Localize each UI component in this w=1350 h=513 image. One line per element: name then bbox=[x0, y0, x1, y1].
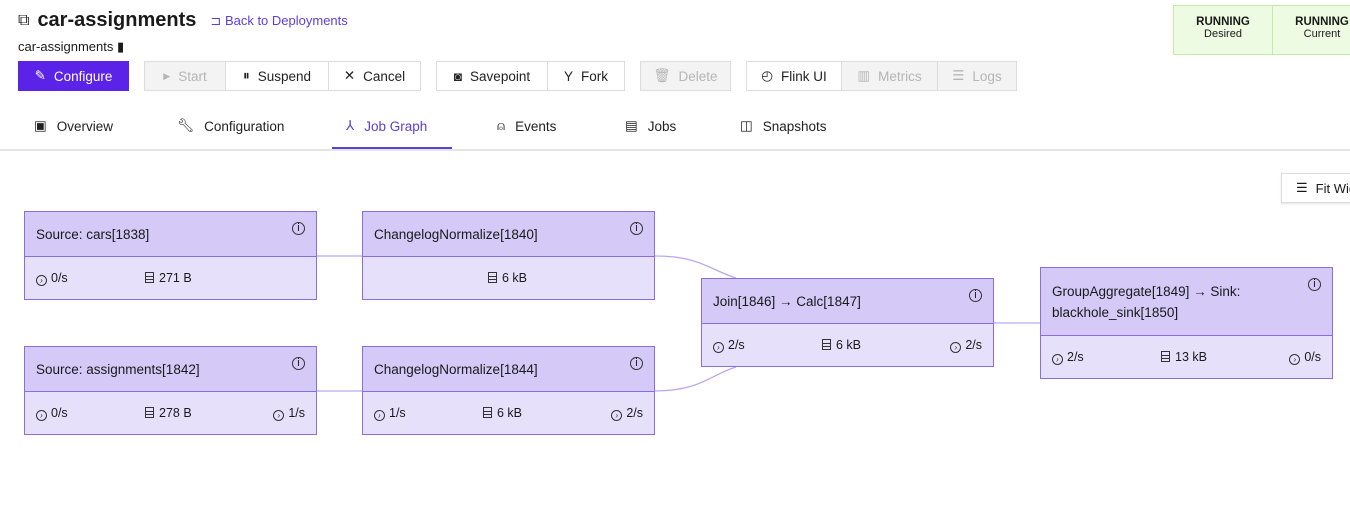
node-title: GroupAggregate[1849] → Sink: blackhole_s… bbox=[1041, 268, 1332, 336]
job-node[interactable]: Source: cars[1838] i › 0/s 271 B bbox=[24, 211, 317, 300]
graph-edge bbox=[654, 366, 737, 392]
database-icon bbox=[145, 272, 154, 283]
database-icon bbox=[822, 339, 831, 350]
state-size: 6 kB bbox=[822, 338, 861, 352]
node-title: Source: cars[1838] bbox=[25, 212, 316, 257]
throughput-icon: › bbox=[713, 342, 724, 353]
throughput-icon: › bbox=[1052, 354, 1063, 365]
throughput-icon: › bbox=[36, 275, 47, 286]
info-icon[interactable]: i bbox=[292, 357, 305, 370]
node-metrics: › 2/s 13 kB › 0/s bbox=[1041, 336, 1332, 378]
state-size: 13 kB bbox=[1161, 350, 1207, 364]
node-title: ChangelogNormalize[1844] bbox=[363, 347, 654, 392]
job-node[interactable]: GroupAggregate[1849] → Sink: blackhole_s… bbox=[1040, 267, 1333, 379]
info-icon[interactable]: i bbox=[292, 222, 305, 235]
records-out: › 2/s bbox=[950, 338, 982, 353]
state-size: 6 kB bbox=[483, 406, 522, 420]
state-size: 6 kB bbox=[488, 271, 527, 285]
info-icon[interactable]: i bbox=[630, 222, 643, 235]
throughput-icon: › bbox=[36, 410, 47, 421]
graph-edge bbox=[654, 255, 737, 279]
info-icon[interactable]: i bbox=[630, 357, 643, 370]
job-node[interactable]: Join[1846] → Calc[1847] i › 2/s 6 kB › 2/s bbox=[701, 278, 994, 367]
database-icon bbox=[145, 407, 154, 418]
throughput-icon: › bbox=[611, 410, 623, 421]
records-out: › 0/s bbox=[1289, 350, 1321, 365]
job-node[interactable]: ChangelogNormalize[1844] i › 1/s 6 kB › 2/s bbox=[362, 346, 655, 435]
node-metrics: › 1/s 6 kB › 2/s bbox=[363, 392, 654, 434]
records-out: › 1/s bbox=[273, 406, 305, 421]
throughput-icon: › bbox=[273, 410, 285, 421]
records-in: › 2/s bbox=[713, 338, 745, 353]
node-metrics: › 2/s 6 kB › 2/s bbox=[702, 324, 993, 366]
job-node[interactable]: Source: assignments[1842] i › 0/s 278 B › 1/s bbox=[24, 346, 317, 435]
node-title: Join[1846] → Calc[1847] bbox=[702, 279, 993, 324]
records-out: › 2/s bbox=[611, 406, 643, 421]
state-size: 271 B bbox=[145, 271, 192, 285]
node-metrics: › 0/s 278 B › 1/s bbox=[25, 392, 316, 434]
records-in: › 2/s bbox=[1052, 350, 1084, 365]
node-title: ChangelogNormalize[1840] bbox=[363, 212, 654, 257]
node-title: Source: assignments[1842] bbox=[25, 347, 316, 392]
throughput-icon: › bbox=[950, 342, 962, 353]
records-in: › 0/s bbox=[36, 406, 68, 421]
info-icon[interactable]: i bbox=[1308, 278, 1321, 291]
node-metrics: 6 kB bbox=[363, 257, 654, 299]
state-size: 278 B bbox=[145, 406, 192, 420]
database-icon bbox=[1161, 351, 1170, 362]
node-metrics: › 0/s 271 B bbox=[25, 257, 316, 299]
database-icon bbox=[488, 272, 497, 283]
throughput-icon: › bbox=[374, 410, 385, 421]
records-in: › 1/s bbox=[374, 406, 406, 421]
database-icon bbox=[483, 407, 492, 418]
job-node[interactable]: ChangelogNormalize[1840] i 6 kB bbox=[362, 211, 655, 300]
throughput-icon: › bbox=[1289, 354, 1301, 365]
info-icon[interactable]: i bbox=[969, 289, 982, 302]
records-in: › 0/s bbox=[36, 271, 68, 286]
